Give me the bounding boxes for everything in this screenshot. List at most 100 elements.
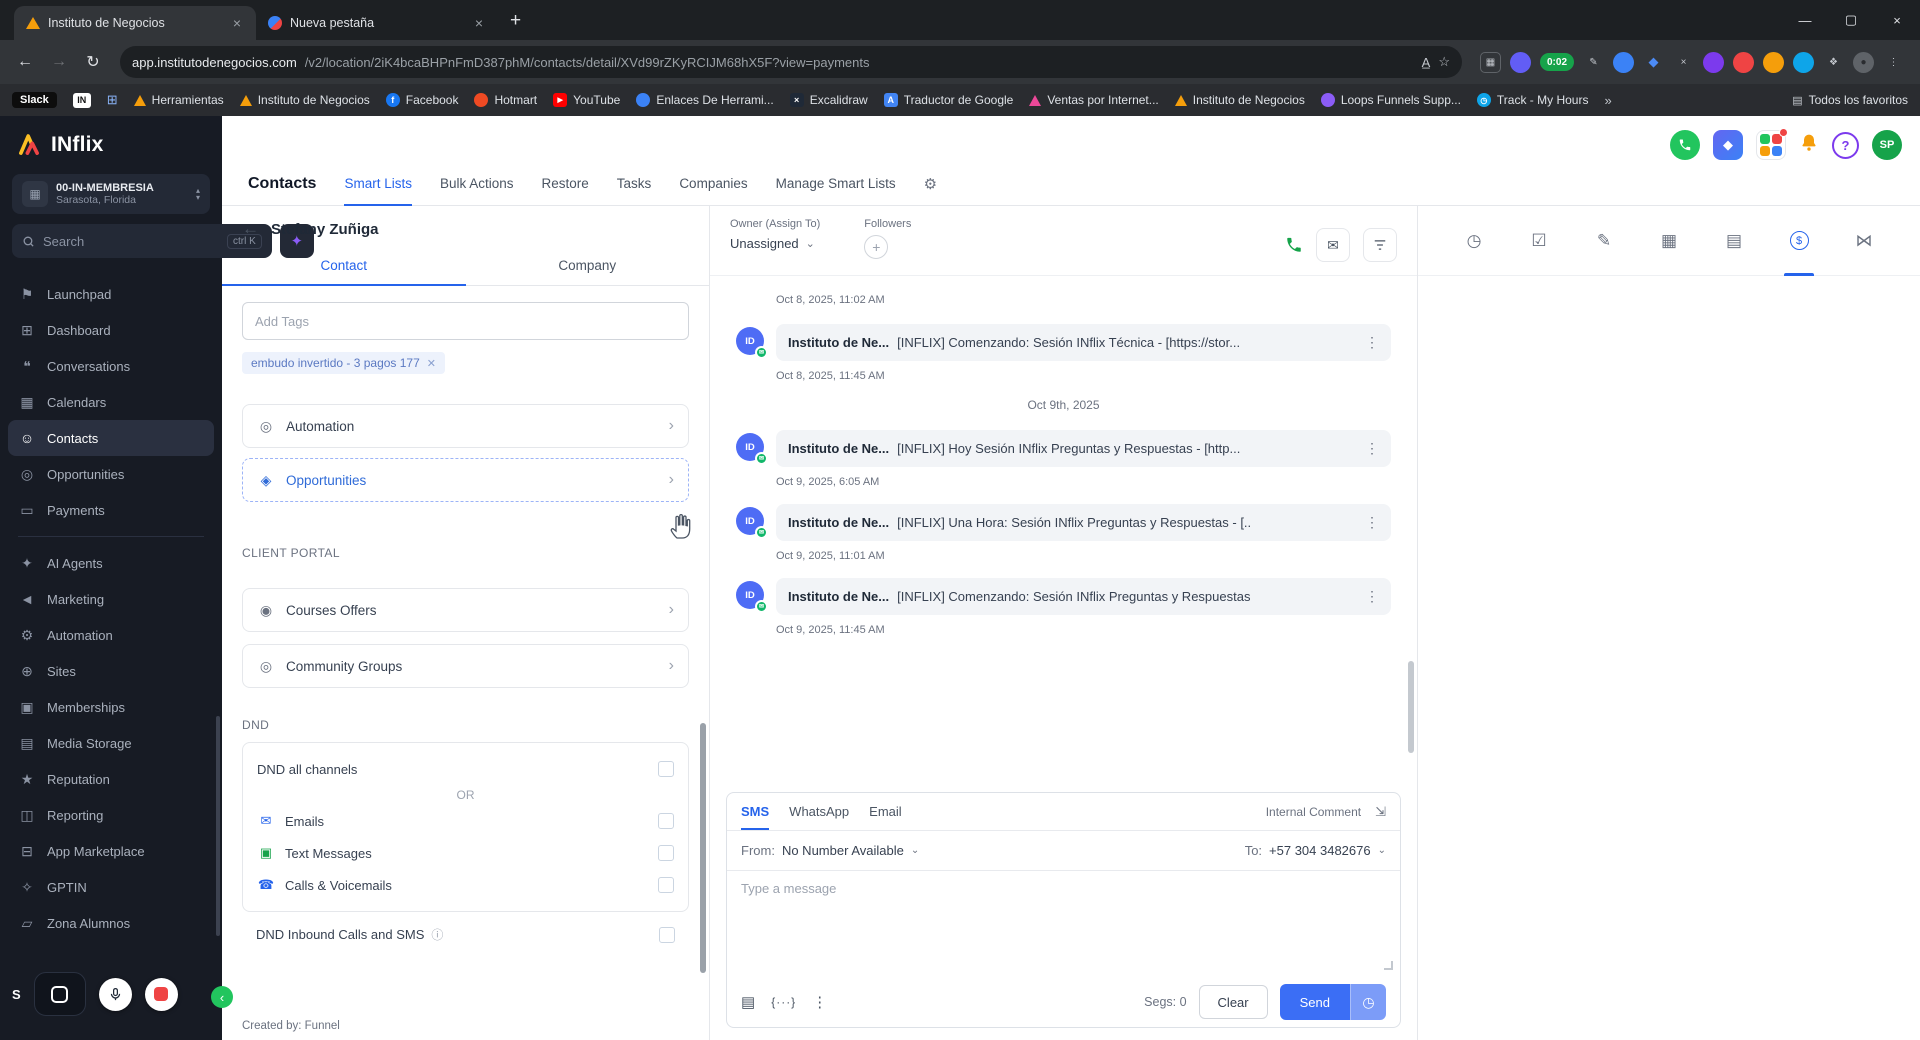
dnd-texts-checkbox[interactable] <box>658 845 674 861</box>
message-row[interactable]: ID ✉ Instituto de Ne... [INFLIX] Una Hora… <box>736 504 1391 541</box>
sidebar-item-memberships[interactable]: ▣ Memberships <box>8 689 214 725</box>
message-row[interactable]: ID ✉ Instituto de Ne... [INFLIX] Comenzan… <box>736 324 1391 361</box>
add-follower-button[interactable]: + <box>864 235 889 259</box>
bookmark-in-app[interactable]: IN <box>72 92 91 108</box>
settings-gear-icon[interactable]: ⚙ <box>924 175 937 206</box>
tab-manage-smart-lists[interactable]: Manage Smart Lists <box>776 176 896 206</box>
reload-icon[interactable]: ↻ <box>78 47 108 77</box>
yellow-extension-icon[interactable] <box>1763 51 1784 73</box>
message-row[interactable]: ID ✉ Instituto de Ne... [INFLIX] Hoy Sesi… <box>736 430 1391 467</box>
documents-icon[interactable]: ▤ <box>1714 206 1754 275</box>
from-dropdown[interactable]: No Number Available ⌄ <box>782 843 919 858</box>
dialer-button[interactable] <box>1670 130 1700 160</box>
stop-record-button[interactable] <box>144 977 178 1011</box>
x-extension-icon[interactable]: × <box>1673 52 1694 73</box>
bookmark-herramientas[interactable]: Herramientas <box>133 93 224 107</box>
search-input[interactable] <box>43 233 219 249</box>
associations-icon[interactable]: ⋈ <box>1844 206 1884 275</box>
conversation-scrollbar[interactable] <box>1408 661 1414 753</box>
message-menu-icon[interactable]: ⋮ <box>1365 334 1379 351</box>
bookmark-excalidraw[interactable]: × Excalidraw <box>789 93 868 107</box>
tab-close-icon[interactable]: × <box>470 15 488 31</box>
app-launcher-button[interactable] <box>1756 128 1788 160</box>
message-textarea[interactable] <box>741 881 1386 967</box>
blue-extension-icon[interactable] <box>1613 51 1634 73</box>
tab-close-icon[interactable]: × <box>228 15 246 31</box>
bookmark-instituto-2[interactable]: Instituto de Negocios <box>1174 93 1305 107</box>
owner-dropdown[interactable]: Unassigned ⌄ <box>730 236 820 251</box>
browser-tab-newtab[interactable]: Nueva pestaña × <box>256 6 498 40</box>
sidebar-item-sites[interactable]: ⊕ Sites <box>8 653 214 689</box>
sidebar-scrollbar[interactable] <box>216 716 220 936</box>
filter-button[interactable] <box>1363 228 1397 262</box>
message-menu-icon[interactable]: ⋮ <box>1365 514 1379 531</box>
bookmark-loops[interactable]: Loops Funnels Supp... <box>1320 93 1461 107</box>
close-window-button[interactable]: × <box>1874 0 1920 40</box>
community-groups-section[interactable]: ◎ Community Groups › <box>242 644 689 688</box>
tab-sms[interactable]: SMS <box>741 793 769 830</box>
red-extension-icon[interactable] <box>1733 51 1754 73</box>
schedule-send-button[interactable]: ◷ <box>1350 984 1386 1020</box>
tab-email[interactable]: Email <box>869 793 902 830</box>
bookmark-traductor[interactable]: A Traductor de Google <box>883 93 1013 107</box>
tab-restore[interactable]: Restore <box>542 176 589 206</box>
sidebar-item-dashboard[interactable]: ⊞ Dashboard <box>8 312 214 348</box>
back-icon[interactable]: ← <box>10 47 40 77</box>
activity-history-icon[interactable]: ◷ <box>1454 206 1494 275</box>
all-favorites-button[interactable]: ▤ Todos los favoritos <box>1792 93 1908 107</box>
loom-extension-icon[interactable] <box>1509 51 1531 73</box>
message-menu-icon[interactable]: ⋮ <box>1365 440 1379 457</box>
dnd-all-checkbox[interactable] <box>658 761 674 777</box>
dnd-inbound-checkbox[interactable] <box>659 926 675 943</box>
tab-contact[interactable]: Contact <box>222 248 466 286</box>
dnd-emails-checkbox[interactable] <box>658 813 674 829</box>
location-switcher[interactable]: ▦ 00-IN-MEMBRESIA Sarasota, Florida ▴ ▾ <box>12 174 210 214</box>
sidebar-item-reputation[interactable]: ★ Reputation <box>8 761 214 797</box>
screen-widget-button[interactable] <box>33 972 86 1016</box>
quick-actions-button[interactable]: ◆ <box>1713 130 1743 160</box>
microphone-button[interactable] <box>98 977 132 1011</box>
sidebar-item-zona-alumnos[interactable]: ▱ Zona Alumnos <box>8 905 214 941</box>
bookmark-youtube[interactable]: ▶ YouTube <box>553 93 620 107</box>
contact-panel-scrollbar[interactable] <box>700 723 706 973</box>
pen-extension-icon[interactable]: ✎ <box>1583 52 1604 73</box>
sidebar-item-calendars[interactable]: ▦ Calendars <box>8 384 214 420</box>
remove-tag-icon[interactable]: ✕ <box>427 357 436 370</box>
tab-companies[interactable]: Companies <box>679 176 747 206</box>
maximize-button[interactable]: ▢ <box>1828 0 1874 40</box>
call-icon[interactable] <box>1285 236 1303 254</box>
bookmark-facebook[interactable]: f Facebook <box>385 93 458 107</box>
help-button[interactable]: ? <box>1832 131 1859 159</box>
sidebar-item-reporting[interactable]: ◫ Reporting <box>8 797 214 833</box>
tab-smart-lists[interactable]: Smart Lists <box>344 176 412 206</box>
internal-comment-toggle[interactable]: Internal Comment <box>1266 805 1361 819</box>
sidebar-collapse-handle[interactable]: ‹ <box>211 986 233 1008</box>
bookmark-ventas[interactable]: Ventas por Internet... <box>1029 93 1159 107</box>
sidebar-item-ai-agents[interactable]: ✦ AI Agents <box>8 545 214 581</box>
notes-icon[interactable]: ✎ <box>1584 206 1624 275</box>
info-icon[interactable]: ⓘ <box>431 926 443 943</box>
tasks-icon[interactable]: ☑ <box>1519 206 1559 275</box>
user-avatar[interactable]: SP <box>1872 130 1902 160</box>
extension-grid-icon[interactable]: ▦ <box>1479 51 1501 73</box>
email-button[interactable]: ✉ <box>1316 228 1350 262</box>
bookmark-track-hours[interactable]: ◷ Track - My Hours <box>1476 93 1588 107</box>
add-tags-input[interactable] <box>242 302 689 340</box>
profile-avatar-icon[interactable]: ● <box>1853 51 1874 73</box>
recording-timer-badge[interactable]: 0:02 <box>1539 53 1574 71</box>
message-menu-icon[interactable]: ⋮ <box>1365 588 1379 605</box>
bookmarks-overflow-icon[interactable]: » <box>1604 93 1611 108</box>
bookmark-enlaces[interactable]: Enlaces De Herrami... <box>636 93 774 107</box>
sidebar-item-app-marketplace[interactable]: ⊟ App Marketplace <box>8 833 214 869</box>
bookmark-instituto-1[interactable]: Instituto de Negocios <box>239 93 370 107</box>
bookmark-apps-grid[interactable]: ⊞ <box>107 92 118 108</box>
diamond-extension-icon[interactable]: ◆ <box>1643 52 1664 73</box>
more-options-icon[interactable]: ⋮ <box>812 993 827 1011</box>
new-tab-button[interactable]: + <box>510 10 521 32</box>
shield-extension-icon[interactable] <box>1703 51 1724 73</box>
browser-menu-icon[interactable]: ⋮ <box>1883 52 1904 73</box>
sidebar-item-marketing[interactable]: ◄ Marketing <box>8 581 214 617</box>
collapse-composer-icon[interactable]: ⇲ <box>1375 804 1386 820</box>
puzzle-extensions-icon[interactable]: ❖ <box>1823 52 1844 73</box>
teal-extension-icon[interactable] <box>1793 51 1814 73</box>
